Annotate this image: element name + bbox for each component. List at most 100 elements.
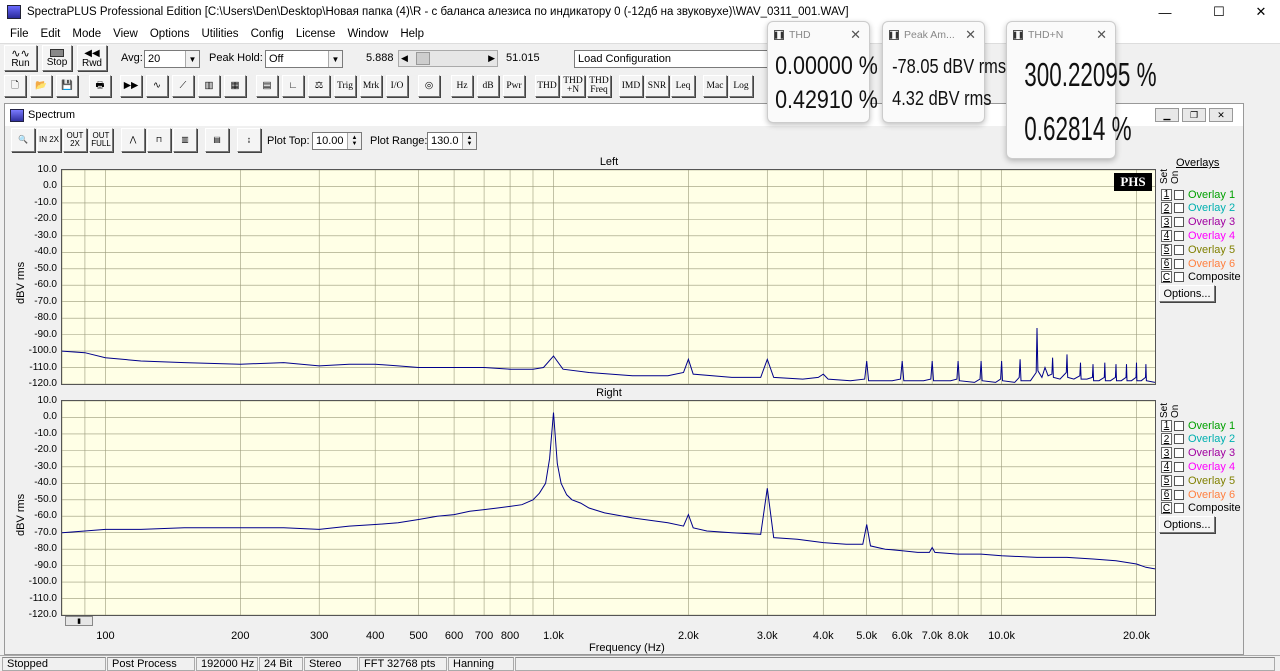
menu-license[interactable]: License xyxy=(290,28,342,40)
pause-icon[interactable]: ❚❚ xyxy=(1012,30,1024,40)
line-plot-icon[interactable]: ⋀ xyxy=(121,128,145,152)
trig-button[interactable]: Trig xyxy=(334,75,356,97)
menu-mode[interactable]: Mode xyxy=(66,28,107,40)
snr-button[interactable]: SNR xyxy=(645,75,669,97)
peak-hold-select[interactable]: Off ▼ xyxy=(265,50,343,68)
right-overlay-checkbox[interactable] xyxy=(1174,461,1184,472)
left-overlay-set-button[interactable]: 6 xyxy=(1161,257,1172,270)
right-overlay-checkbox[interactable] xyxy=(1174,448,1184,459)
print-icon[interactable]: 🖶 xyxy=(89,75,111,97)
left-overlay-checkbox[interactable] xyxy=(1174,203,1184,214)
right-overlay-checkbox[interactable] xyxy=(1174,475,1184,486)
right-overlay-set-button[interactable]: 2 xyxy=(1161,433,1172,446)
zoom-out-2x-button[interactable]: OUT 2X xyxy=(63,128,87,152)
left-overlay-checkbox[interactable] xyxy=(1174,244,1184,255)
right-overlay-checkbox[interactable] xyxy=(1174,503,1184,514)
zoom-out-full-button[interactable]: OUT FULL xyxy=(89,128,113,152)
thd-meter[interactable]: ❚❚ THD ✕ 0.00000 % 0.42910 % xyxy=(767,21,878,123)
right-overlay-checkbox[interactable] xyxy=(1174,489,1184,500)
menu-window[interactable]: Window xyxy=(341,28,394,40)
spinner-icon[interactable]: ▲ ▼ xyxy=(462,133,476,149)
pwr-button[interactable]: Pwr xyxy=(503,75,525,97)
left-plot-area[interactable]: PHS xyxy=(61,169,1156,385)
right-overlay-checkbox[interactable] xyxy=(1174,434,1184,445)
menu-utilities[interactable]: Utilities xyxy=(196,28,245,40)
close-icon[interactable]: ✕ xyxy=(850,27,861,43)
x-axis-scroll-left-icon[interactable]: ▮ xyxy=(65,616,93,626)
mdi-minimize-icon[interactable]: ▁ xyxy=(1155,108,1179,122)
plot-top-input[interactable]: 10.00 ▲ ▼ xyxy=(312,132,362,150)
right-overlay-set-button[interactable]: 4 xyxy=(1161,460,1172,473)
waterfall-icon[interactable]: ▦ xyxy=(224,75,246,97)
right-overlay-set-button[interactable]: 1 xyxy=(1161,419,1172,432)
io-button[interactable]: I/O xyxy=(386,75,408,97)
step-plot-icon[interactable]: ⊓ xyxy=(147,128,171,152)
plot-range-input[interactable]: 130.0 ▲ ▼ xyxy=(427,132,477,150)
left-overlay-set-button[interactable]: 4 xyxy=(1161,229,1172,242)
rewind-button[interactable]: ◀◀ Rwd xyxy=(77,45,107,71)
menu-edit[interactable]: Edit xyxy=(35,28,67,40)
save-disk-icon[interactable]: 💾 xyxy=(56,75,78,97)
scale-icon[interactable]: ⚖ xyxy=(308,75,330,97)
open-folder-icon[interactable]: 📂 xyxy=(30,75,52,97)
left-overlay-set-button[interactable]: 1 xyxy=(1161,188,1172,201)
ramp-wave-icon[interactable]: ⟋ xyxy=(172,75,194,97)
left-overlay-set-button[interactable]: 3 xyxy=(1161,216,1172,229)
fast-forward-icon[interactable]: ▶▶ xyxy=(120,75,142,97)
right-overlay-set-button[interactable]: C xyxy=(1161,502,1172,515)
position-scrollbar[interactable]: ◀ ▶ xyxy=(398,50,498,67)
marker-button[interactable]: Mrk xyxy=(360,75,382,97)
macro-button[interactable]: Mac xyxy=(703,75,727,97)
right-overlay-set-button[interactable]: 3 xyxy=(1161,447,1172,460)
hz-button[interactable]: Hz xyxy=(451,75,473,97)
sine-generator-icon[interactable]: ◎ xyxy=(418,75,440,97)
maximize-button[interactable]: ☐ xyxy=(1196,0,1242,24)
left-overlay-set-button[interactable]: C xyxy=(1161,271,1172,284)
imd-button[interactable]: IMD xyxy=(619,75,643,97)
left-overlay-set-button[interactable]: 2 xyxy=(1161,202,1172,215)
left-overlay-checkbox[interactable] xyxy=(1174,230,1184,241)
left-options-button[interactable]: Options... xyxy=(1159,285,1215,302)
settings-panel-icon[interactable]: ▤ xyxy=(205,128,229,152)
calculator-icon[interactable]: ▤ xyxy=(256,75,278,97)
zoom-icon[interactable]: 🔍 xyxy=(11,128,35,152)
thd-freq-button[interactable]: THD Freq xyxy=(587,75,611,97)
log-button[interactable]: Log xyxy=(729,75,753,97)
right-options-button[interactable]: Options... xyxy=(1159,516,1215,533)
configuration-select[interactable]: Load Configuration xyxy=(574,50,770,68)
bar-plot-icon[interactable]: ▥ xyxy=(173,128,197,152)
spinner-icon[interactable]: ▲ ▼ xyxy=(347,133,361,149)
left-overlay-checkbox[interactable] xyxy=(1174,217,1184,228)
menu-options[interactable]: Options xyxy=(144,28,196,40)
mdi-close-icon[interactable]: ✕ xyxy=(1209,108,1233,122)
thdn-button[interactable]: THD +N xyxy=(561,75,585,97)
menu-file[interactable]: File xyxy=(4,28,35,40)
mdi-restore-icon[interactable]: ❐ xyxy=(1182,108,1206,122)
bars-icon[interactable]: ▥ xyxy=(198,75,220,97)
scroll-thumb[interactable] xyxy=(415,52,430,65)
db-button[interactable]: dB xyxy=(477,75,499,97)
close-icon[interactable]: ✕ xyxy=(965,27,976,43)
signal-generator-icon[interactable]: ∿ xyxy=(146,75,168,97)
left-overlay-checkbox[interactable] xyxy=(1174,189,1184,200)
peak-amplitude-meter[interactable]: ❚❚ Peak Am... ✕ -78.05 dBV rms 4.32 dBV … xyxy=(882,21,1006,123)
left-overlay-checkbox[interactable] xyxy=(1174,272,1184,283)
marker-cursor-icon[interactable]: ↨ xyxy=(237,128,261,152)
right-overlay-set-button[interactable]: 6 xyxy=(1161,488,1172,501)
leq-button[interactable]: Leq xyxy=(671,75,695,97)
run-button[interactable]: ∿∿ Run xyxy=(4,45,37,71)
right-plot-area[interactable] xyxy=(61,400,1156,616)
pause-icon[interactable]: ❚❚ xyxy=(888,30,900,40)
axes-icon[interactable]: ∟ xyxy=(282,75,304,97)
right-overlay-checkbox[interactable] xyxy=(1174,420,1184,431)
minimize-button[interactable]: — xyxy=(1142,0,1188,24)
menu-view[interactable]: View xyxy=(107,28,144,40)
avg-select[interactable]: 20 ▼ xyxy=(144,50,200,68)
stop-button[interactable]: Stop xyxy=(42,45,72,71)
left-overlay-checkbox[interactable] xyxy=(1174,258,1184,269)
left-overlay-set-button[interactable]: 5 xyxy=(1161,243,1172,256)
pause-icon[interactable]: ❚❚ xyxy=(773,30,785,40)
menu-help[interactable]: Help xyxy=(394,28,430,40)
thd-button[interactable]: THD xyxy=(535,75,559,97)
close-icon[interactable]: ✕ xyxy=(1096,27,1107,43)
